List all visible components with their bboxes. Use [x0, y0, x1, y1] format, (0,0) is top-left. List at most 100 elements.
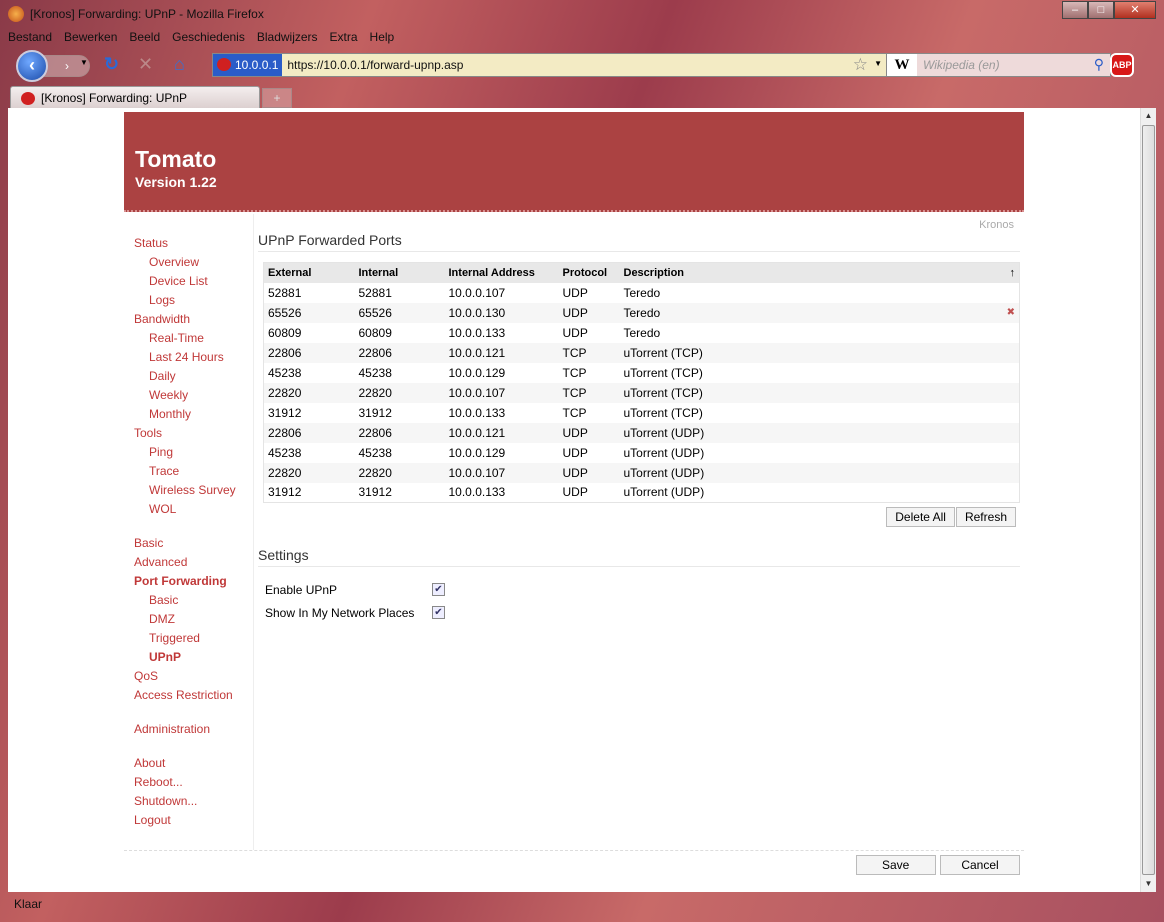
- setting-label: Show In My Network Places: [265, 605, 415, 620]
- sidebar-item-upnp[interactable]: UPnP: [124, 648, 253, 667]
- sidebar-item-last-24-hours[interactable]: Last 24 Hours: [124, 348, 253, 367]
- cell-internal-address: 10.0.0.107: [444, 382, 559, 403]
- sidebar-item-logout[interactable]: Logout: [124, 811, 253, 830]
- column-header-protocol[interactable]: Protocol: [558, 262, 620, 283]
- sidebar-item-dmz[interactable]: DMZ: [124, 610, 253, 629]
- table-row: 22806 22806 10.0.0.121 TCP uTorrent (TCP): [263, 342, 1020, 363]
- close-button[interactable]: ✕: [1114, 1, 1156, 19]
- column-header-description[interactable]: Description: [619, 262, 990, 283]
- tab-active[interactable]: [Kronos] Forwarding: UPnP: [10, 86, 260, 108]
- sidebar-item-basic[interactable]: Basic: [124, 591, 253, 610]
- menu-bestand[interactable]: Bestand: [8, 30, 52, 44]
- scroll-down-icon[interactable]: ▼: [1141, 876, 1156, 892]
- sidebar-item-shutdown[interactable]: Shutdown...: [124, 792, 253, 811]
- delete-all-button[interactable]: Delete All: [886, 507, 955, 527]
- scroll-up-icon[interactable]: ▲: [1141, 108, 1156, 124]
- sidebar-item-trace[interactable]: Trace: [124, 462, 253, 481]
- bookmark-star-icon[interactable]: ☆: [853, 55, 868, 75]
- refresh-button[interactable]: Refresh: [955, 507, 1016, 527]
- save-button[interactable]: Save: [855, 855, 936, 875]
- delete-row-icon[interactable]: [990, 443, 1020, 463]
- delete-row-icon[interactable]: [990, 403, 1020, 423]
- cell-internal: 22820: [354, 382, 445, 403]
- adblock-icon[interactable]: ABP: [1110, 53, 1134, 77]
- column-header-external[interactable]: External: [263, 262, 355, 283]
- reload-icon[interactable]: ↻: [104, 54, 119, 75]
- sidebar-item-overview[interactable]: Overview: [124, 253, 253, 272]
- site-identity[interactable]: 10.0.0.1: [213, 54, 283, 76]
- new-tab-button[interactable]: +: [262, 88, 292, 108]
- tomato-page: Tomato Version 1.22 Status Overview Device…: [124, 112, 1024, 882]
- scrollbar-thumb[interactable]: [1142, 125, 1155, 875]
- search-icon[interactable]: ⚲: [1094, 56, 1104, 73]
- sidebar-item-bandwidth[interactable]: Bandwidth: [124, 310, 253, 329]
- url-dropdown-icon[interactable]: ▼: [874, 59, 882, 68]
- sidebar-item-about[interactable]: About: [124, 754, 253, 773]
- vertical-scrollbar[interactable]: ▲ ▼: [1140, 108, 1156, 892]
- delete-row-icon[interactable]: [990, 363, 1020, 383]
- menu-help[interactable]: Help: [370, 30, 395, 44]
- delete-row-icon[interactable]: [990, 483, 1020, 503]
- sidebar-item-monthly[interactable]: Monthly: [124, 405, 253, 424]
- menu-extra[interactable]: Extra: [330, 30, 358, 44]
- sidebar-item-port-forwarding[interactable]: Port Forwarding: [124, 572, 253, 591]
- menu-bewerken[interactable]: Bewerken: [64, 30, 117, 44]
- show-network-places-checkbox[interactable]: ✔: [432, 606, 445, 619]
- delete-row-icon[interactable]: [989, 342, 1020, 363]
- stop-icon[interactable]: ✕: [138, 54, 153, 75]
- cell-description: uTorrent (TCP): [623, 405, 703, 420]
- menu-beeld[interactable]: Beeld: [129, 30, 160, 44]
- status-bar: Klaar: [0, 892, 1164, 922]
- delete-row-icon[interactable]: [989, 382, 1020, 403]
- sidebar-item-weekly[interactable]: Weekly: [124, 386, 253, 405]
- cell-protocol: UDP: [558, 422, 620, 443]
- cell-external: 65526: [263, 302, 355, 323]
- cell-internal-address: 10.0.0.129: [448, 445, 506, 460]
- delete-row-icon[interactable]: [989, 422, 1020, 443]
- delete-row-icon[interactable]: [989, 462, 1020, 483]
- sidebar-item-basic[interactable]: Basic: [124, 534, 253, 553]
- sidebar-item-logs[interactable]: Logs: [124, 291, 253, 310]
- sidebar-item-qos[interactable]: QoS: [124, 667, 253, 686]
- sidebar-item-ping[interactable]: Ping: [124, 443, 253, 462]
- cell-external: 22820: [263, 462, 355, 483]
- menu-geschiedenis[interactable]: Geschiedenis: [172, 30, 245, 44]
- sidebar-item-status[interactable]: Status: [124, 234, 253, 253]
- sort-arrow-icon[interactable]: ↑: [989, 262, 1020, 283]
- cell-internal-address: 10.0.0.133: [448, 485, 506, 500]
- table-row: 52881 52881 10.0.0.107 UDP Teredo: [264, 283, 1020, 303]
- search-input[interactable]: Wikipedia (en): [923, 58, 1000, 72]
- sidebar-item-reboot[interactable]: Reboot...: [124, 773, 253, 792]
- cell-internal: 65526: [354, 302, 445, 323]
- sidebar-item-advanced[interactable]: Advanced: [124, 553, 253, 572]
- sidebar-item-administration[interactable]: Administration: [124, 720, 253, 739]
- menu-bladwijzers[interactable]: Bladwijzers: [257, 30, 318, 44]
- delete-row-icon[interactable]: ✖: [989, 302, 1020, 323]
- sidebar-item-access-restriction[interactable]: Access Restriction: [124, 686, 253, 705]
- enable-upnp-checkbox[interactable]: ✔: [432, 583, 445, 596]
- cell-internal: 31912: [358, 405, 392, 420]
- url-text[interactable]: https://10.0.0.1/forward-upnp.asp: [282, 58, 463, 72]
- sidebar-item-real-time[interactable]: Real-Time: [124, 329, 253, 348]
- minimize-button[interactable]: –: [1062, 1, 1088, 19]
- column-header-internal-address[interactable]: Internal Address: [444, 262, 559, 283]
- delete-row-icon[interactable]: [990, 283, 1020, 303]
- sidebar-item-tools[interactable]: Tools: [124, 424, 253, 443]
- sidebar-item-triggered[interactable]: Triggered: [124, 629, 253, 648]
- cell-description: uTorrent (UDP): [623, 445, 705, 460]
- search-box[interactable]: W Wikipedia (en) ⚲: [886, 53, 1111, 77]
- home-icon[interactable]: ⌂: [174, 54, 185, 75]
- sidebar-item-device-list[interactable]: Device List: [124, 272, 253, 291]
- back-button[interactable]: ‹: [16, 50, 48, 82]
- sidebar-item-wireless-survey[interactable]: Wireless Survey: [124, 481, 253, 500]
- column-header-internal[interactable]: Internal: [354, 262, 445, 283]
- sidebar-item-wol[interactable]: WOL: [124, 500, 253, 519]
- history-dropdown-icon[interactable]: ▼: [80, 58, 88, 67]
- status-text: Klaar: [14, 897, 43, 911]
- cancel-button[interactable]: Cancel: [940, 855, 1020, 875]
- search-engine-icon[interactable]: W: [887, 54, 917, 76]
- delete-row-icon[interactable]: [990, 323, 1020, 343]
- maximize-button[interactable]: □: [1088, 1, 1114, 19]
- url-bar[interactable]: 10.0.0.1 https://10.0.0.1/forward-upnp.a…: [212, 53, 889, 77]
- sidebar-item-daily[interactable]: Daily: [124, 367, 253, 386]
